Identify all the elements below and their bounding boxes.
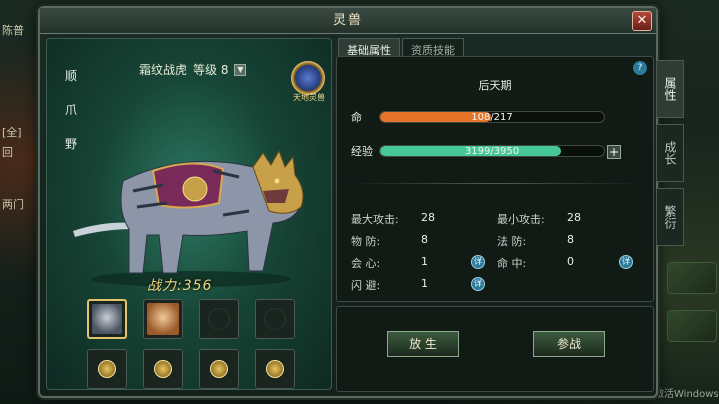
plus-icon: + — [608, 145, 620, 159]
window-title: 灵兽 — [332, 13, 363, 28]
chevron-down-icon: ▼ — [237, 64, 244, 74]
stat-value: 0 — [567, 255, 574, 268]
tiger-model — [73, 149, 304, 287]
pet-slot-tiger[interactable] — [87, 299, 127, 339]
critical-detail-icon[interactable]: 详 — [471, 255, 485, 269]
pet-slot-empty[interactable] — [199, 299, 239, 339]
life-row: 命 108/217 — [351, 109, 605, 125]
exp-bar: 3199/3950 — [379, 145, 605, 157]
stat-label: 最大攻击: — [351, 213, 399, 226]
pet-slot-locked[interactable] — [255, 349, 295, 389]
pet-slot-locked[interactable] — [87, 349, 127, 389]
pet-window: 灵兽 ✕ 顺 爪 野 霜纹战虎 等级 8 ▼ 天地灵兽 战力:356 基础属性 … — [38, 6, 658, 398]
life-bar: 108/217 — [379, 111, 605, 123]
stat-label: 会 心: — [351, 257, 381, 270]
side-tabs: 属性 成长 繁衍 — [656, 60, 684, 246]
background-text: 陈普 — [2, 24, 24, 37]
tab-attributes[interactable]: 属性 — [656, 60, 684, 118]
stat-value: 8 — [421, 233, 428, 246]
lock-icon — [210, 360, 228, 378]
pet-name-row: 霜纹战虎 等级 8 ▼ — [139, 61, 247, 78]
stats-panel: ? 后天期 命 108/217 经验 3199/3950 + 最大攻击: 28 … — [336, 56, 654, 302]
life-value: 108/217 — [471, 112, 513, 123]
pet-name: 霜纹战虎 — [139, 63, 188, 77]
hit-detail-icon[interactable]: 详 — [619, 255, 633, 269]
exp-value: 3199/3950 — [464, 146, 520, 157]
dragon-emblem-icon — [208, 308, 230, 330]
lock-icon — [154, 360, 172, 378]
background-text: 回 — [2, 146, 13, 159]
pet-slot-empty[interactable] — [255, 299, 295, 339]
pet-slot-grid — [87, 299, 295, 389]
docile-icon[interactable]: 顺 — [61, 67, 81, 85]
divider — [349, 183, 641, 184]
stat-critical: 会 心: 1 — [351, 255, 428, 271]
tab-growth[interactable]: 成长 — [656, 124, 684, 182]
stat-max-attack: 最大攻击: 28 — [351, 211, 435, 227]
stat-min-attack: 最小攻击: 28 — [497, 211, 581, 227]
action-panel: 放 生 参战 — [336, 306, 654, 392]
background-text: 两门 — [2, 198, 24, 211]
stat-label: 闪 避: — [351, 279, 381, 292]
background-text: [全] — [2, 126, 22, 139]
pet-display-panel: 顺 爪 野 霜纹战虎 等级 8 ▼ 天地灵兽 战力:356 — [46, 38, 332, 390]
stat-hit: 命 中: 0 — [497, 255, 574, 271]
stat-label: 物 防: — [351, 235, 381, 248]
help-icon[interactable]: ? — [633, 61, 647, 75]
stat-value: 28 — [567, 211, 581, 224]
pet-slot-monkey[interactable] — [143, 299, 183, 339]
cultivation-stage: 后天期 — [478, 79, 512, 92]
activation-watermark: 激活Windows — [654, 389, 719, 400]
background-tile — [667, 310, 717, 342]
exp-row: 经验 3199/3950 — [351, 143, 605, 159]
stat-magic-defense: 法 防: 8 — [497, 233, 574, 249]
close-button[interactable]: ✕ — [632, 11, 652, 31]
tab-breeding[interactable]: 繁衍 — [656, 188, 684, 246]
tiger-portrait — [92, 304, 122, 334]
exp-label: 经验 — [351, 145, 373, 158]
window-titlebar: 灵兽 ✕ — [40, 8, 656, 34]
dragon-emblem-icon — [264, 308, 286, 330]
battle-button[interactable]: 参战 — [533, 331, 605, 357]
spirit-seal-badge: 天地灵兽 — [291, 61, 325, 102]
stat-value: 1 — [421, 277, 428, 290]
stat-value: 28 — [421, 211, 435, 224]
close-icon: ✕ — [636, 13, 648, 28]
pet-select-dropdown[interactable]: ▼ — [234, 63, 247, 76]
pet-level: 等级 8 — [193, 63, 229, 77]
lock-icon — [98, 360, 116, 378]
stat-label: 最小攻击: — [497, 213, 545, 226]
stat-physical-defense: 物 防: 8 — [351, 233, 428, 249]
stat-value: 8 — [567, 233, 574, 246]
stat-dodge: 闪 避: 1 — [351, 277, 428, 293]
add-exp-button[interactable]: + — [607, 145, 621, 159]
release-button[interactable]: 放 生 — [387, 331, 459, 357]
pet-slot-locked[interactable] — [143, 349, 183, 389]
pet-slot-locked[interactable] — [199, 349, 239, 389]
stat-label: 法 防: — [497, 235, 527, 248]
dodge-detail-icon[interactable]: 详 — [471, 277, 485, 291]
stat-label: 命 中: — [497, 257, 527, 270]
lock-icon — [266, 360, 284, 378]
stat-value: 1 — [421, 255, 428, 268]
background-tile — [667, 262, 717, 294]
combat-power: 战力:356 — [147, 278, 213, 294]
seal-text: 天地灵兽 — [293, 93, 325, 102]
life-label: 命 — [351, 111, 362, 124]
monkey-portrait — [147, 303, 179, 335]
